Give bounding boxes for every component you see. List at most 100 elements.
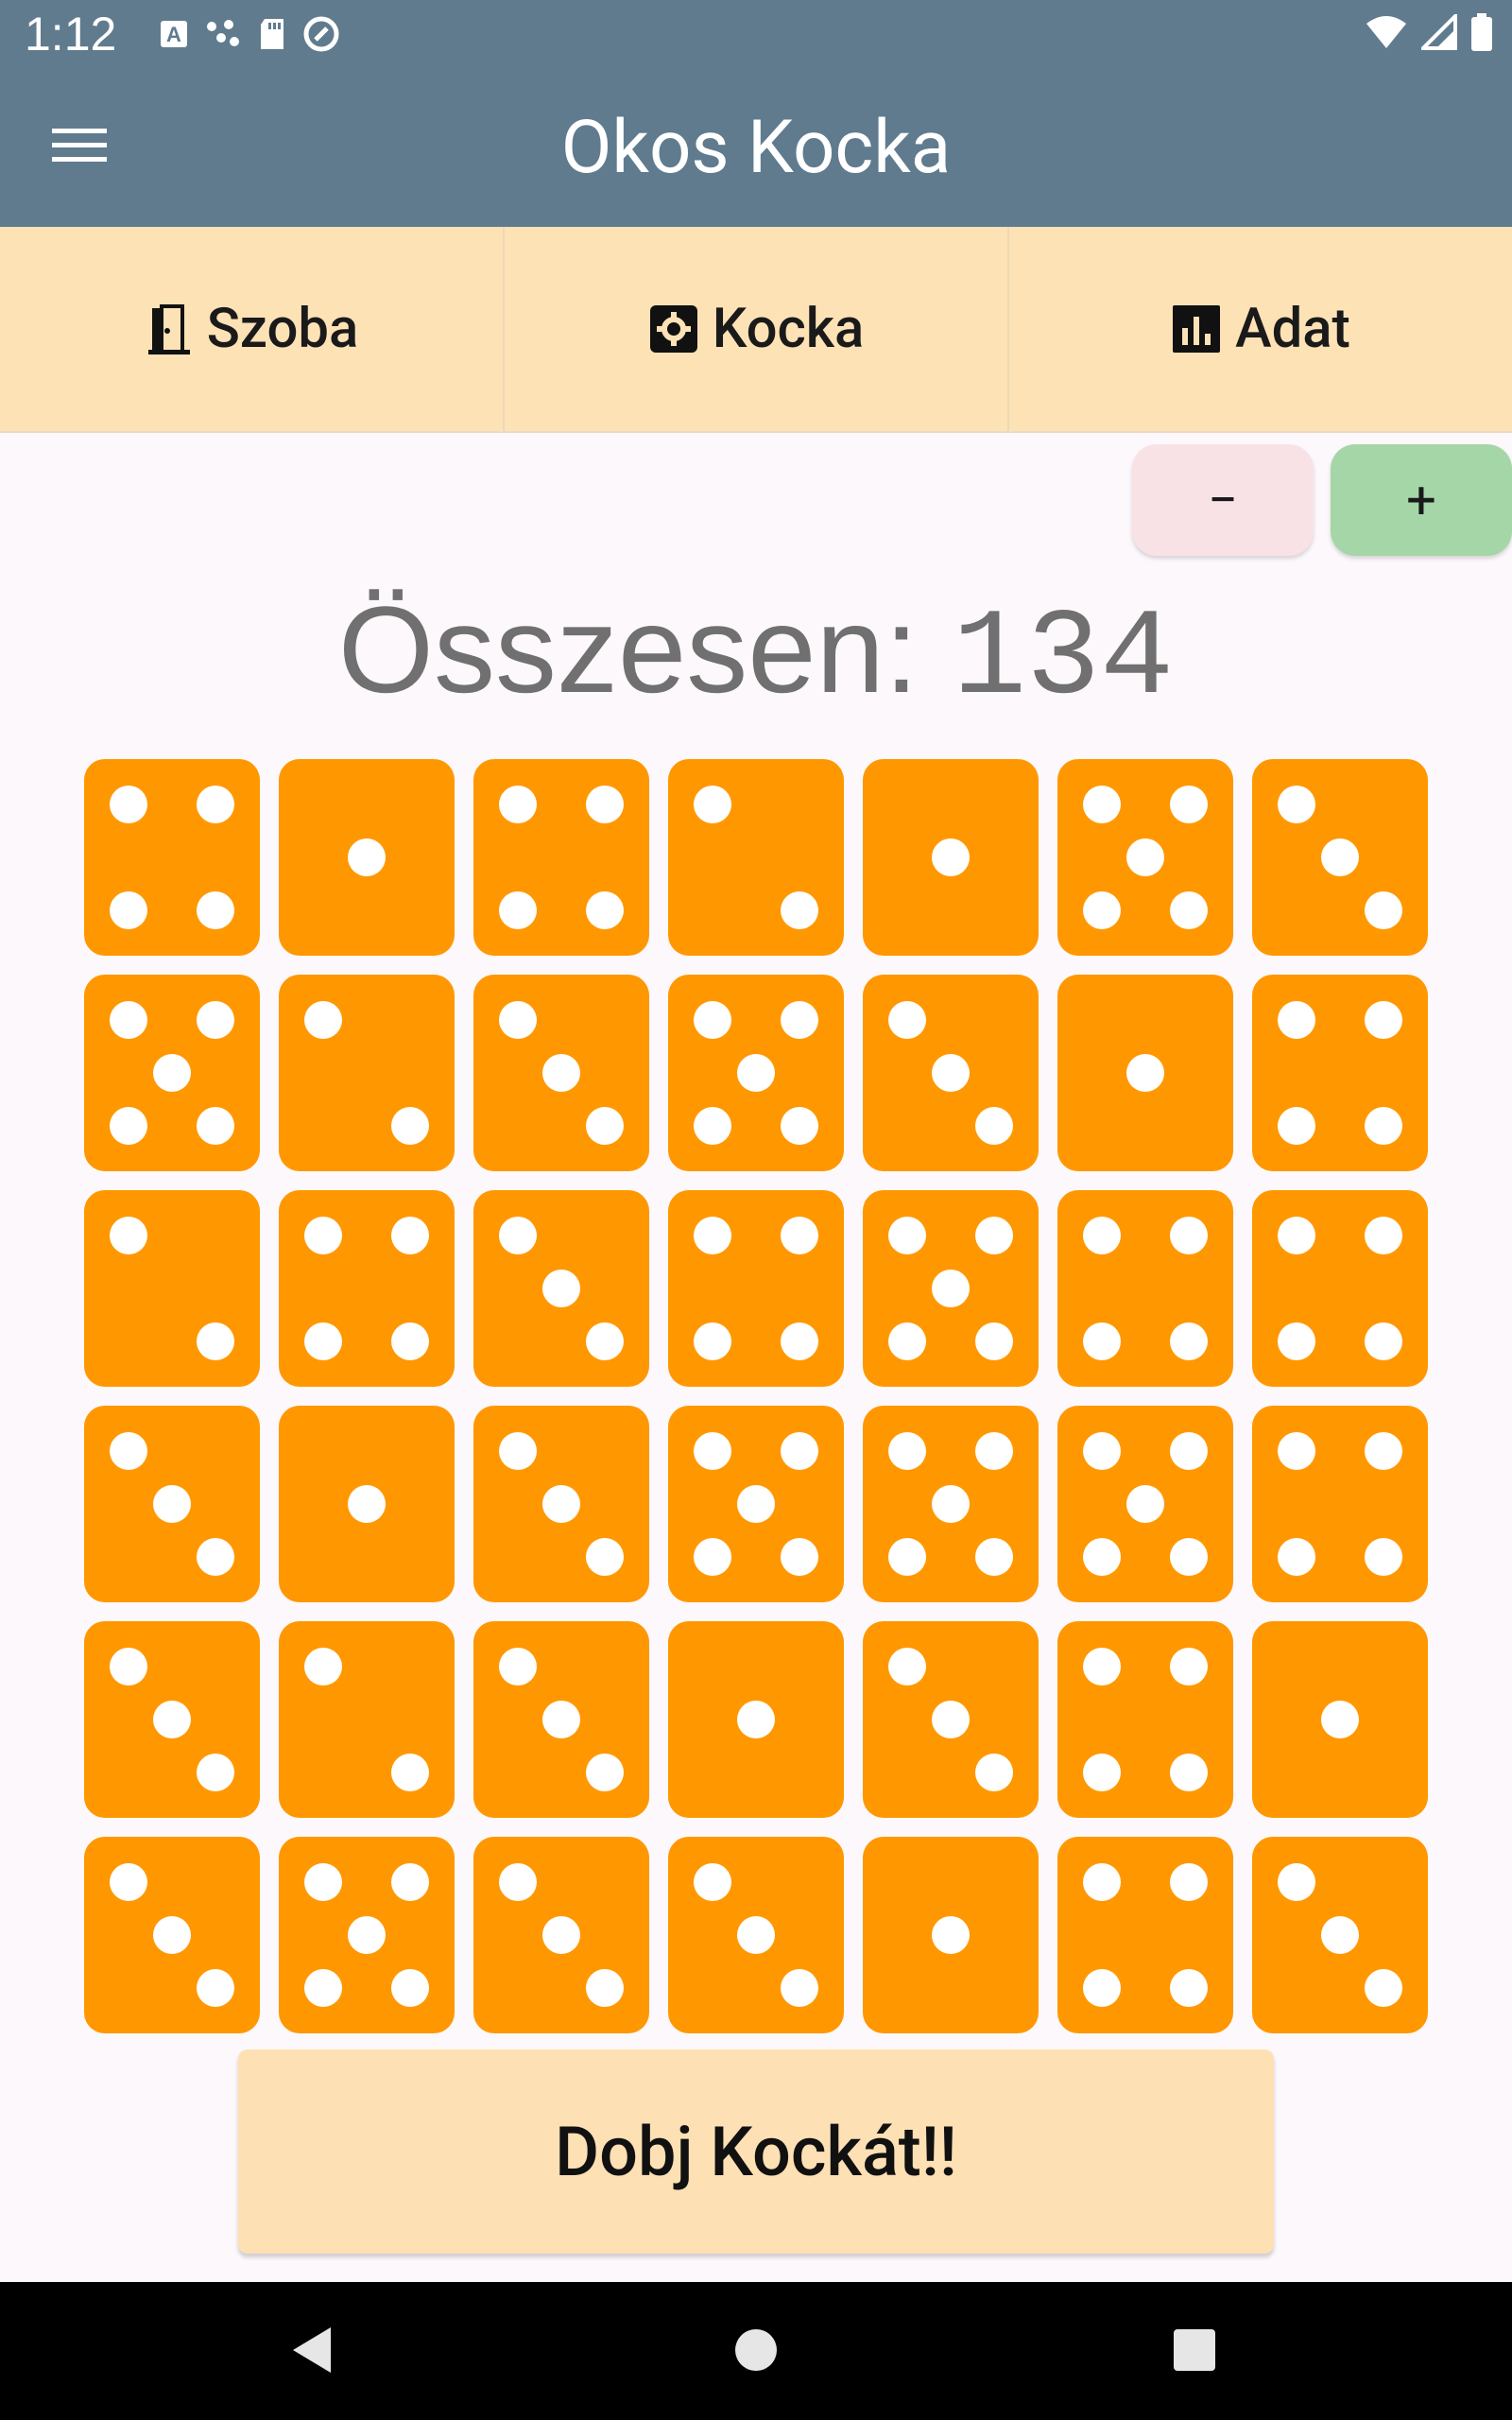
die-1[interactable] <box>1057 975 1233 1171</box>
die-4[interactable] <box>84 759 260 956</box>
tab-label: Szoba <box>206 297 359 361</box>
tab-adat[interactable]: Adat <box>1009 227 1512 431</box>
die-pip <box>781 1107 818 1145</box>
die-pip <box>1365 1001 1402 1039</box>
remove-die-button[interactable]: − <box>1132 444 1314 556</box>
die-2[interactable] <box>279 1621 455 1818</box>
die-4[interactable] <box>279 1190 455 1387</box>
battery-icon <box>1471 13 1492 51</box>
die-1[interactable] <box>279 1406 455 1602</box>
die-3[interactable] <box>1252 759 1428 956</box>
die-3[interactable] <box>668 1837 844 2033</box>
die-pip <box>1170 1863 1208 1901</box>
die-3[interactable] <box>473 1837 649 2033</box>
die-pip <box>110 891 147 929</box>
die-pip <box>888 1538 926 1576</box>
die-pip <box>197 1322 234 1360</box>
die-3[interactable] <box>473 1621 649 1818</box>
die-pip <box>1083 1322 1121 1360</box>
die-1[interactable] <box>1252 1621 1428 1818</box>
die-pip <box>737 1485 775 1523</box>
die-pip <box>304 1217 342 1254</box>
die-pip <box>932 1054 970 1092</box>
die-pip <box>391 1322 429 1360</box>
cast-icon <box>207 20 239 46</box>
die-pip <box>781 1322 818 1360</box>
die-3[interactable] <box>473 975 649 1171</box>
die-pip <box>932 1485 970 1523</box>
die-pip <box>499 891 537 929</box>
die-pip <box>499 1001 537 1039</box>
die-5[interactable] <box>279 1837 455 2033</box>
die-1[interactable] <box>863 1837 1039 2033</box>
die-pip <box>1083 1648 1121 1685</box>
die-4[interactable] <box>473 759 649 956</box>
recents-icon[interactable] <box>1174 2329 1215 2371</box>
status-left-icons: A <box>159 15 340 53</box>
die-5[interactable] <box>1057 1406 1233 1602</box>
die-3[interactable] <box>84 1406 260 1602</box>
die-5[interactable] <box>863 1190 1039 1387</box>
die-pip <box>391 1107 429 1145</box>
die-pip <box>197 786 234 823</box>
die-pip <box>888 1432 926 1470</box>
die-4[interactable] <box>1252 975 1428 1171</box>
back-icon[interactable] <box>289 2324 335 2377</box>
die-pip <box>153 1701 191 1738</box>
die-pip <box>888 1001 926 1039</box>
die-pip <box>694 786 731 823</box>
die-pip <box>586 786 624 823</box>
die-pip <box>781 1001 818 1039</box>
die-1[interactable] <box>279 759 455 956</box>
die-1[interactable] <box>668 1621 844 1818</box>
die-5[interactable] <box>84 975 260 1171</box>
die-5[interactable] <box>863 1406 1039 1602</box>
die-4[interactable] <box>1252 1406 1428 1602</box>
die-3[interactable] <box>863 975 1039 1171</box>
no-disturb-icon <box>303 16 339 52</box>
die-4[interactable] <box>1057 1837 1233 2033</box>
die-pip <box>694 1432 731 1470</box>
tab-szoba[interactable]: Szoba <box>0 227 505 431</box>
die-1[interactable] <box>863 759 1039 956</box>
die-pip <box>197 1538 234 1576</box>
die-pip <box>1278 1322 1315 1360</box>
die-3[interactable] <box>863 1621 1039 1818</box>
die-2[interactable] <box>84 1190 260 1387</box>
die-4[interactable] <box>1252 1190 1428 1387</box>
die-pip <box>694 1001 731 1039</box>
tab-kocka[interactable]: Kocka <box>505 227 1009 431</box>
die-5[interactable] <box>668 1406 844 1602</box>
die-5[interactable] <box>668 975 844 1171</box>
total-value: 134 <box>953 591 1175 730</box>
die-pip <box>1083 1432 1121 1470</box>
die-3[interactable] <box>84 1621 260 1818</box>
roll-dice-button[interactable]: Dobj Kockát!! <box>238 2049 1274 2254</box>
die-pip <box>781 1217 818 1254</box>
die-5[interactable] <box>1057 759 1233 956</box>
die-4[interactable] <box>668 1190 844 1387</box>
die-3[interactable] <box>473 1406 649 1602</box>
add-die-button[interactable]: + <box>1331 444 1512 556</box>
app-title: Okos Kocka <box>560 105 952 191</box>
die-4[interactable] <box>1057 1621 1233 1818</box>
die-pip <box>1126 838 1164 876</box>
die-pip <box>975 1322 1013 1360</box>
die-4[interactable] <box>1057 1190 1233 1387</box>
die-pip <box>391 1754 429 1791</box>
die-3[interactable] <box>1252 1837 1428 2033</box>
die-pip <box>499 1432 537 1470</box>
die-pip <box>110 1217 147 1254</box>
home-icon[interactable] <box>735 2329 777 2371</box>
die-pip <box>542 1270 580 1307</box>
die-pip <box>1278 786 1315 823</box>
die-2[interactable] <box>668 759 844 956</box>
die-pip <box>110 1107 147 1145</box>
die-pip <box>1170 1754 1208 1791</box>
svg-text:A: A <box>166 23 181 46</box>
die-2[interactable] <box>279 975 455 1171</box>
die-pip <box>694 1863 731 1901</box>
die-pip <box>586 1754 624 1791</box>
die-3[interactable] <box>473 1190 649 1387</box>
die-3[interactable] <box>84 1837 260 2033</box>
